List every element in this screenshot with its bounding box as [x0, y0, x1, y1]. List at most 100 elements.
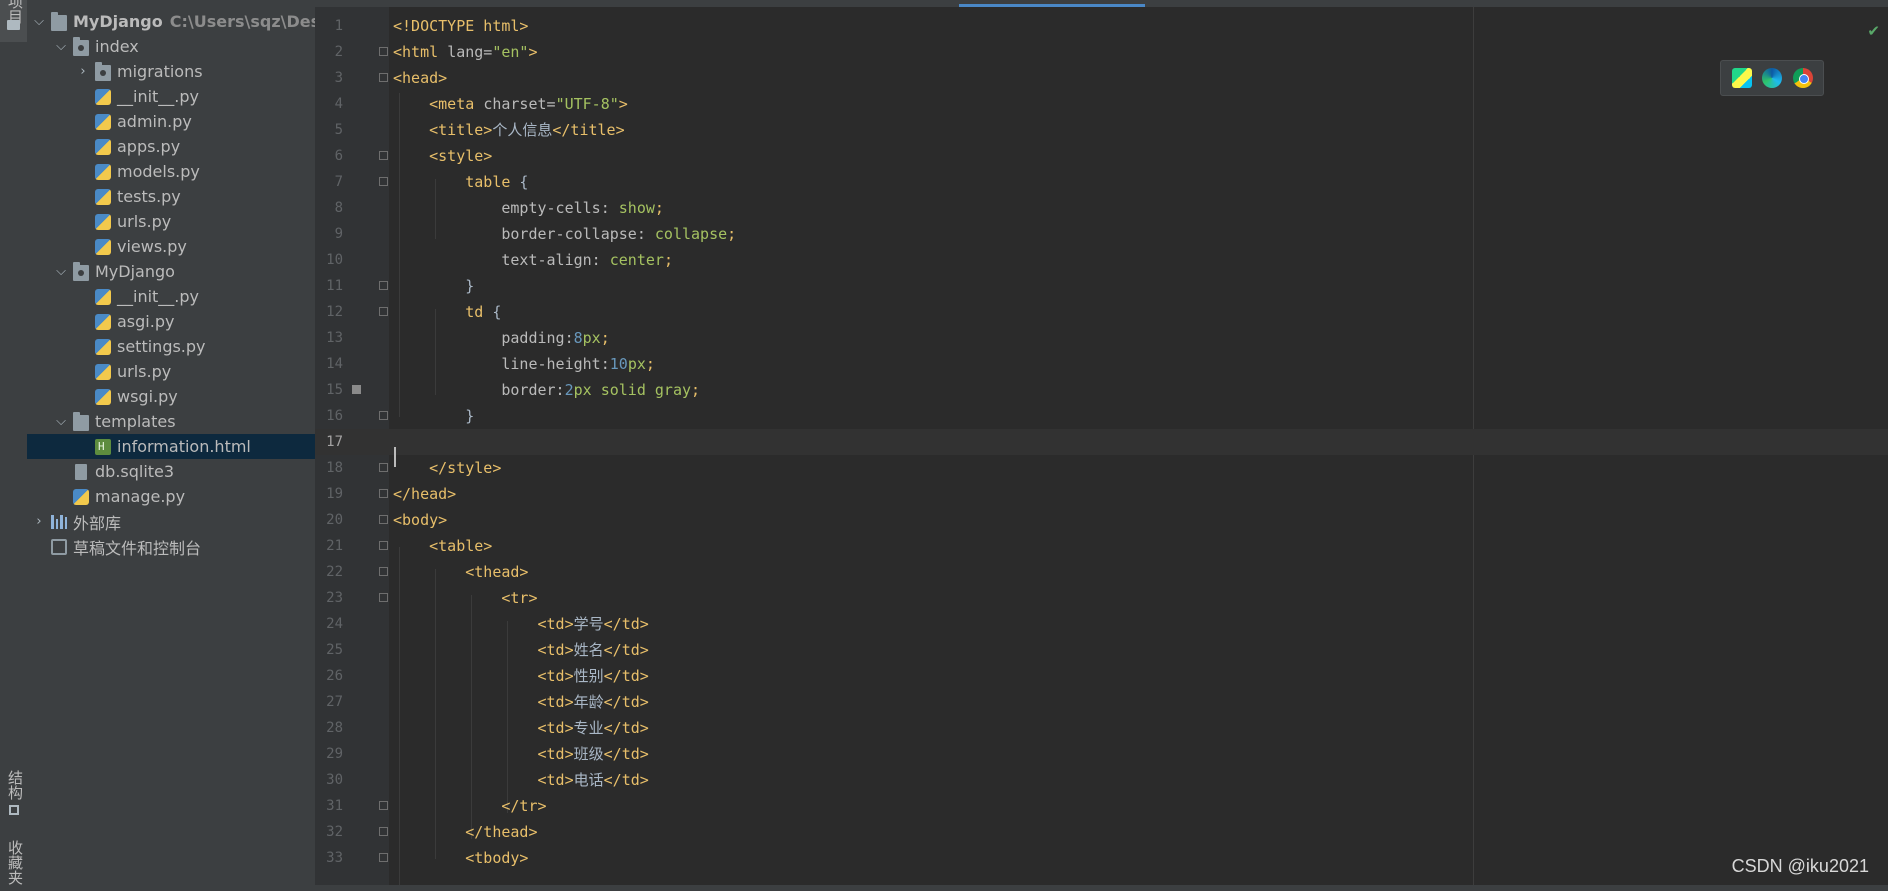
- chevron-down-icon[interactable]: ⌵: [54, 264, 68, 279]
- tree-item-admin-py[interactable]: admin.py: [27, 109, 315, 134]
- code-line: 8 empty-cells: show;: [334, 199, 664, 217]
- code-line: 25 <td>姓名</td>: [326, 641, 649, 659]
- folder-icon: [73, 412, 89, 431]
- chevron-down-icon[interactable]: ⌵: [54, 414, 68, 429]
- tree-item-init-py[interactable]: __init__.py: [27, 284, 315, 309]
- tree-item-mydjango-package[interactable]: ⌵ MyDjango: [27, 259, 315, 284]
- tree-item-label: apps.py: [117, 137, 181, 156]
- tree-item-tests-py[interactable]: tests.py: [27, 184, 315, 209]
- package-folder-icon: [73, 37, 89, 56]
- code-line: 1 <!DOCTYPE html>: [334, 17, 529, 35]
- code-line: 10 text-align: center;: [326, 251, 673, 269]
- fold-marker-icon[interactable]: [379, 489, 388, 498]
- browser-preview-bar: [1720, 60, 1824, 96]
- code-line: 2 <html lang="en">: [334, 43, 538, 61]
- html-file-icon: [95, 439, 111, 455]
- tree-item-db-sqlite3[interactable]: db.sqlite3: [27, 459, 315, 484]
- chrome-browser-icon[interactable]: [1792, 68, 1813, 88]
- fold-marker-icon[interactable]: [379, 853, 388, 862]
- chevron-down-icon[interactable]: ⌵: [32, 14, 46, 29]
- fold-marker-icon[interactable]: [379, 541, 388, 550]
- tree-item-external-libraries[interactable]: › 外部库: [27, 509, 315, 534]
- fold-marker-icon[interactable]: [379, 281, 388, 290]
- python-file-icon: [95, 189, 111, 205]
- fold-marker-icon[interactable]: [379, 801, 388, 810]
- python-file-icon: [95, 314, 111, 330]
- editor-tab-bar: [27, 0, 1888, 8]
- tree-item-label: models.py: [117, 162, 200, 181]
- tree-item-label: urls.py: [117, 212, 172, 231]
- code-line: 11 }: [326, 277, 475, 295]
- breakpoint-marker-icon[interactable]: [352, 385, 361, 394]
- pycharm-browser-icon[interactable]: [1731, 68, 1752, 88]
- fold-marker-icon[interactable]: [379, 47, 388, 56]
- tree-item-views-py[interactable]: views.py: [27, 234, 315, 259]
- fold-marker-icon[interactable]: [379, 463, 388, 472]
- tree-item-asgi-py[interactable]: asgi.py: [27, 309, 315, 334]
- code-line: 31 </tr>: [326, 797, 547, 815]
- python-file-icon: [95, 389, 111, 405]
- code-line: 6 <style>: [334, 147, 493, 165]
- code-line-current: 17: [315, 429, 1888, 455]
- tree-item-templates[interactable]: ⌵ templates: [27, 409, 315, 434]
- chevron-right-icon[interactable]: ›: [76, 64, 90, 79]
- fold-marker-icon[interactable]: [379, 73, 388, 82]
- python-file-icon: [95, 164, 111, 180]
- python-file-icon: [95, 114, 111, 130]
- code-line: 20 <body>: [326, 511, 448, 529]
- code-editor[interactable]: ✔ 1 <!DOCTYPE html> 2 <html lang="en"> 3 <h…: [315, 7, 1888, 891]
- tree-item-index[interactable]: ⌵ index: [27, 34, 315, 59]
- code-line: 27 <td>年龄</td>: [326, 693, 649, 711]
- fold-marker-icon[interactable]: [379, 827, 388, 836]
- code-line: 16 }: [326, 407, 475, 425]
- tree-item-init-py[interactable]: __init__.py: [27, 84, 315, 109]
- chevron-right-icon[interactable]: ›: [32, 514, 46, 529]
- code-line: 24 <td>学号</td>: [326, 615, 649, 633]
- python-file-icon: [73, 489, 89, 505]
- fold-marker-icon[interactable]: [379, 307, 388, 316]
- code-line: 7 table {: [334, 173, 529, 191]
- package-folder-icon: [73, 262, 89, 281]
- python-file-icon: [95, 214, 111, 230]
- tree-item-migrations[interactable]: › migrations: [27, 59, 315, 84]
- tree-item-scratches[interactable]: 草稿文件和控制台: [27, 534, 315, 559]
- tree-item-label: manage.py: [95, 487, 186, 506]
- tree-item-manage-py[interactable]: manage.py: [27, 484, 315, 509]
- tree-item-information-html[interactable]: information.html: [27, 434, 315, 459]
- tree-item-urls-py[interactable]: urls.py: [27, 359, 315, 384]
- tree-item-urls-py[interactable]: urls.py: [27, 209, 315, 234]
- fold-marker-icon[interactable]: [379, 151, 388, 160]
- edge-browser-icon[interactable]: [1762, 68, 1782, 88]
- tree-item-label: views.py: [117, 237, 187, 256]
- tree-item-label: 草稿文件和控制台: [73, 538, 202, 558]
- tree-item-label: templates: [95, 412, 176, 431]
- code-line: 9 border-collapse: collapse;: [334, 225, 737, 243]
- python-file-icon: [95, 289, 111, 305]
- tree-item-apps-py[interactable]: apps.py: [27, 134, 315, 159]
- fold-marker-icon[interactable]: [379, 411, 388, 420]
- python-file-icon: [95, 339, 111, 355]
- tree-item-models-py[interactable]: models.py: [27, 159, 315, 184]
- chevron-down-icon[interactable]: ⌵: [54, 39, 68, 54]
- code-line: 12 td {: [326, 303, 502, 321]
- tree-item-label: settings.py: [117, 337, 206, 356]
- project-tool-button[interactable]: 项目: [0, 0, 27, 42]
- scratch-icon: [51, 539, 67, 555]
- fold-marker-icon[interactable]: [379, 567, 388, 576]
- tree-item-settings-py[interactable]: settings.py: [27, 334, 315, 359]
- tree-root-mydjango[interactable]: ⌵ MyDjango C:\Users\sqz\Deskto: [27, 9, 315, 34]
- fold-marker-icon[interactable]: [379, 593, 388, 602]
- tree-item-label: urls.py: [117, 362, 172, 381]
- code-line: 23 <tr>: [326, 589, 538, 607]
- watermark: CSDN @iku2021: [1731, 856, 1869, 876]
- tree-item-wsgi-py[interactable]: wsgi.py: [27, 384, 315, 409]
- tree-item-label: tests.py: [117, 187, 181, 206]
- python-file-icon: [95, 139, 111, 155]
- fold-marker-icon[interactable]: [379, 515, 388, 524]
- code-line: 28 <td>专业</td>: [326, 719, 649, 737]
- fold-marker-icon[interactable]: [379, 177, 388, 186]
- folder-icon: [51, 12, 67, 31]
- horizontal-scrollbar[interactable]: [315, 885, 1888, 891]
- tree-item-label: 外部库: [73, 513, 122, 533]
- tree-item-label: index: [95, 37, 139, 56]
